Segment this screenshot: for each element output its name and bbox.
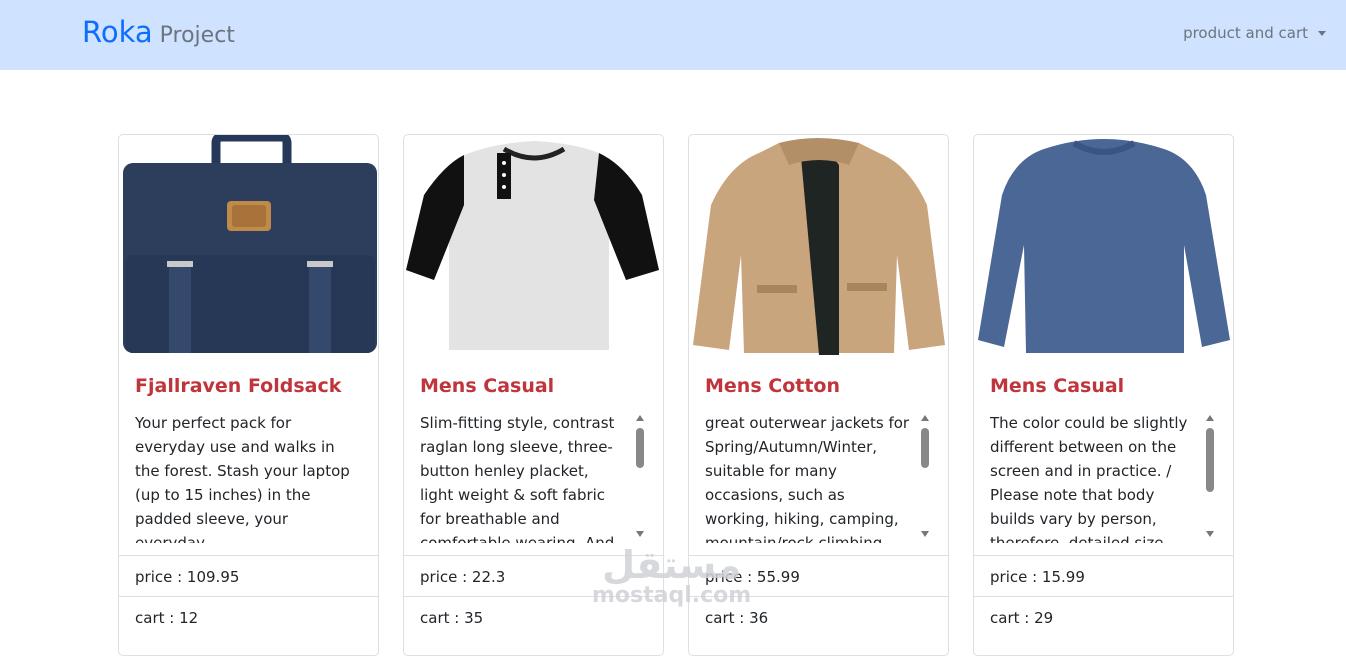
product-description: great outerwear jackets for Spring/Autum… (705, 414, 910, 543)
description-scrollbar[interactable] (1203, 413, 1217, 537)
cart-text: cart : 12 (135, 609, 199, 627)
product-card: Fjallraven Foldsack Your perfect pack fo… (118, 134, 379, 656)
scroll-down-icon[interactable] (636, 531, 644, 537)
watermark: مستقل mostaql.com (592, 545, 751, 607)
cotton-jacket-image (689, 135, 948, 357)
product-title: Mens Casual (420, 375, 555, 397)
product-title: Fjallraven Foldsack (135, 375, 342, 397)
product-title: Mens Cotton (705, 375, 840, 397)
product-card: Mens Casual The color could be slightly … (973, 134, 1234, 656)
watermark-arabic: مستقل (602, 543, 742, 587)
cart-text: cart : 29 (990, 609, 1054, 627)
scroll-down-icon[interactable] (1206, 531, 1214, 537)
cart-text: cart : 35 (420, 609, 484, 627)
scroll-thumb[interactable] (921, 428, 929, 468)
product-description: Your perfect pack for everyday use and w… (135, 414, 350, 543)
navbar: Roka Project product and cart (0, 0, 1346, 70)
price-row: price : 15.99 (974, 555, 1233, 597)
price-row: price : 109.95 (119, 555, 378, 597)
product-title: Mens Casual (990, 375, 1125, 397)
cart-text: cart : 36 (705, 609, 769, 627)
scroll-up-icon[interactable] (921, 415, 929, 421)
brand[interactable]: Roka Project (82, 15, 235, 55)
product-cart-dropdown[interactable]: product and cart (1183, 24, 1326, 42)
brand-main-text: Roka (82, 15, 153, 49)
scroll-down-icon[interactable] (921, 531, 929, 537)
long-sleeve-shirt-image (974, 135, 1233, 357)
price-text: price : 15.99 (990, 568, 1085, 586)
product-description: The color could be slightly different be… (990, 414, 1188, 543)
watermark-latin: mostaql.com (592, 583, 752, 608)
backpack-image (119, 135, 378, 357)
raglan-shirt-image (404, 135, 663, 357)
scroll-thumb[interactable] (1206, 428, 1214, 492)
caret-down-icon (1318, 30, 1326, 36)
scroll-up-icon[interactable] (1206, 415, 1214, 421)
price-text: price : 22.3 (420, 568, 506, 586)
price-text: price : 109.95 (135, 568, 240, 586)
brand-sub-text: Project (159, 23, 235, 48)
cart-row: cart : 29 (974, 596, 1233, 638)
scroll-up-icon[interactable] (636, 415, 644, 421)
product-description: Slim-fitting style, contrast raglan long… (420, 414, 615, 543)
dropdown-label: product and cart (1183, 24, 1308, 42)
description-scrollbar[interactable] (633, 413, 647, 537)
scroll-thumb[interactable] (636, 428, 644, 468)
cart-row: cart : 12 (119, 596, 378, 638)
description-scrollbar[interactable] (918, 413, 932, 537)
